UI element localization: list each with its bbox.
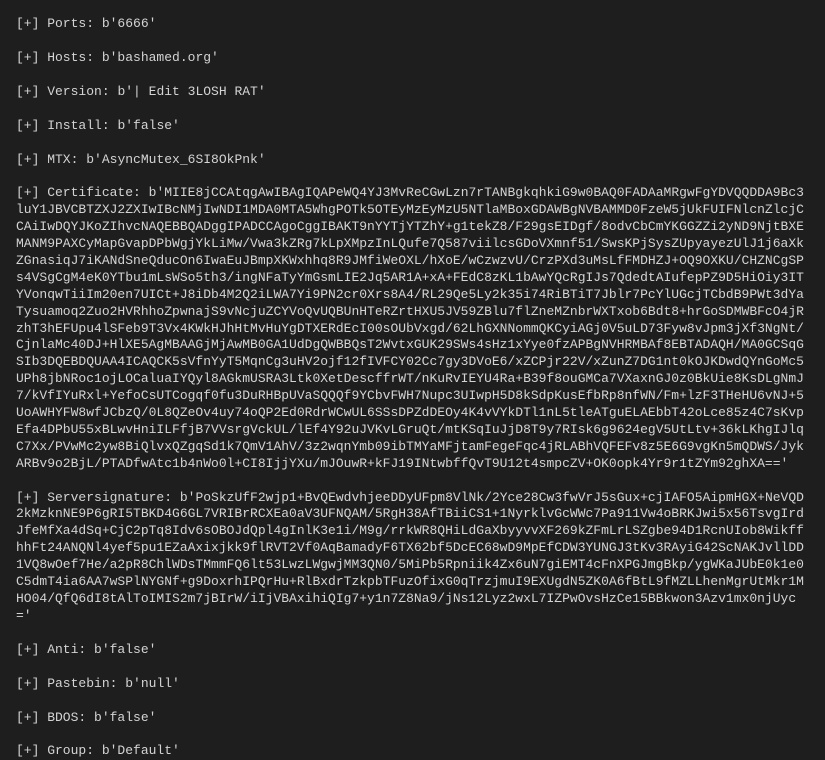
entry-value: b'false' xyxy=(94,710,156,725)
output-line: [+] Pastebin: b'null' xyxy=(16,676,809,693)
entry-label: [+] Install: xyxy=(16,118,110,133)
entry-value: b'null' xyxy=(125,676,180,691)
entry-value: b'false' xyxy=(117,118,179,133)
entry-value: b'MIIE8jCCAtqgAwIBAgIQAPeWQ4YJ3MvReCGwLz… xyxy=(16,185,804,470)
output-line: [+] BDOS: b'false' xyxy=(16,710,809,727)
entry-label: [+] Version: xyxy=(16,84,110,99)
output-line: [+] Install: b'false' xyxy=(16,118,809,135)
output-line: [+] Ports: b'6666' xyxy=(16,16,809,33)
entry-value: b'bashamed.org' xyxy=(102,50,219,65)
entry-label: [+] Serversignature: xyxy=(16,490,172,505)
entry-label: [+] Group: xyxy=(16,743,94,758)
entry-label: [+] Certificate: xyxy=(16,185,141,200)
output-line: [+] Hosts: b'bashamed.org' xyxy=(16,50,809,67)
output-line: [+] Version: b'| Edit 3LOSH RAT' xyxy=(16,84,809,101)
entry-label: [+] MTX: xyxy=(16,152,78,167)
entry-value: b'6666' xyxy=(102,16,157,31)
output-line: [+] Serversignature: b'PoSkzUfF2wjp1+BvQ… xyxy=(16,490,809,625)
entry-label: [+] BDOS: xyxy=(16,710,86,725)
console-output: [+] Ports: b'6666' [+] Hosts: b'bashamed.… xyxy=(16,16,809,760)
output-line: [+] Certificate: b'MIIE8jCCAtqgAwIBAgIQA… xyxy=(16,185,809,472)
entry-value: b'| Edit 3LOSH RAT' xyxy=(117,84,265,99)
entry-value: b'Default' xyxy=(102,743,180,758)
entry-value: b'false' xyxy=(94,642,156,657)
entry-value: b'AsyncMutex_6SI8OkPnk' xyxy=(86,152,265,167)
output-line: [+] Group: b'Default' xyxy=(16,743,809,760)
entry-label: [+] Hosts: xyxy=(16,50,94,65)
output-line: [+] MTX: b'AsyncMutex_6SI8OkPnk' xyxy=(16,152,809,169)
entry-label: [+] Ports: xyxy=(16,16,94,31)
entry-label: [+] Anti: xyxy=(16,642,86,657)
entry-value: b'PoSkzUfF2wjp1+BvQEwdvhjeeDDyUFpm8VlNk/… xyxy=(16,490,804,623)
entry-label: [+] Pastebin: xyxy=(16,676,117,691)
output-line: [+] Anti: b'false' xyxy=(16,642,809,659)
